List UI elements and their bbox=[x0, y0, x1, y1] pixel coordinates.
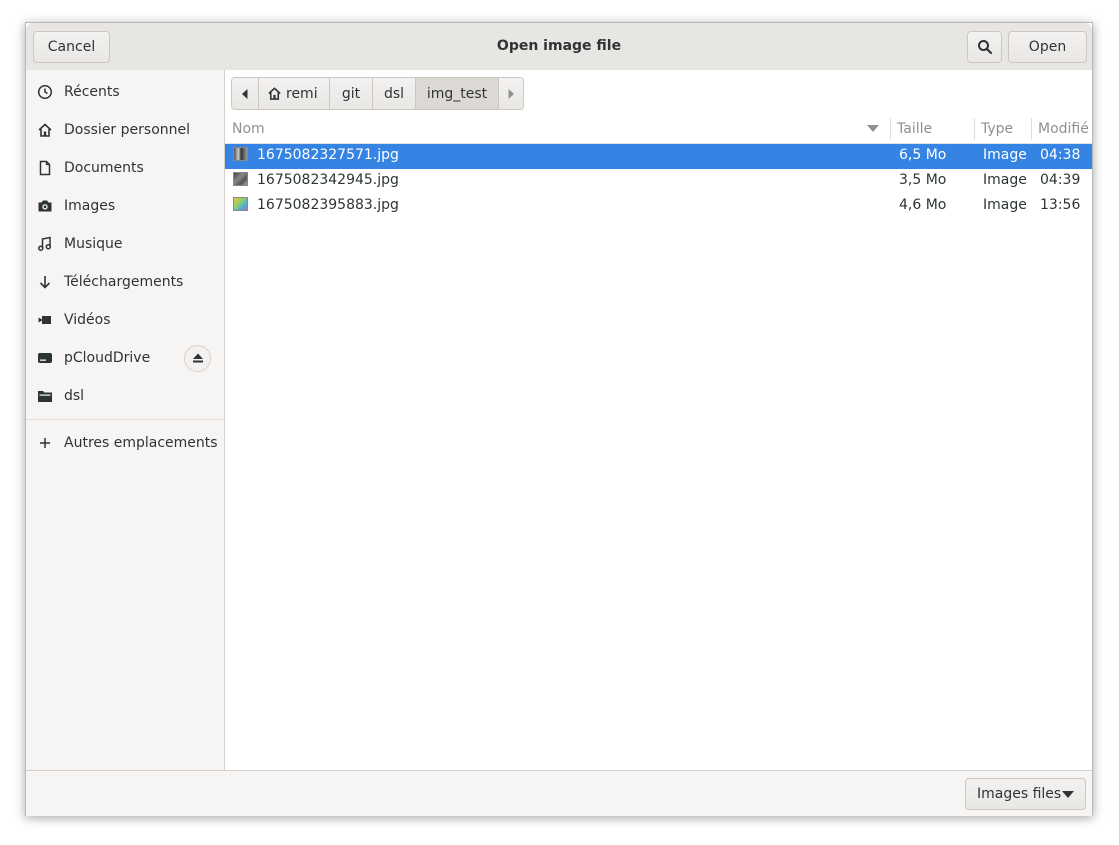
file-size: 3,5 Mo bbox=[899, 172, 947, 188]
dialog-title: Open image file bbox=[496, 38, 622, 54]
column-divider[interactable] bbox=[1031, 118, 1032, 140]
column-divider[interactable] bbox=[890, 118, 891, 140]
sidebar-item-dsl[interactable]: dsl bbox=[26, 377, 224, 415]
file-filter-dropdown[interactable]: Images files bbox=[965, 778, 1086, 810]
download-icon bbox=[26, 274, 64, 290]
eject-button[interactable] bbox=[184, 344, 211, 372]
file-type: Image bbox=[983, 172, 1027, 188]
path-segment-git[interactable]: git bbox=[330, 78, 373, 109]
path-bar: remi git dsl img_test bbox=[231, 77, 524, 110]
path-segment-dsl[interactable]: dsl bbox=[373, 78, 416, 109]
image-thumbnail-icon bbox=[233, 172, 248, 186]
eject-icon bbox=[192, 353, 203, 363]
sidebar-item-images[interactable]: Images bbox=[26, 187, 224, 225]
file-name: 1675082327571.jpg bbox=[257, 147, 399, 163]
search-icon bbox=[977, 40, 992, 55]
footer-bar: Images files bbox=[26, 770, 1092, 816]
file-row[interactable]: 1675082342945.jpg 3,5 Mo Image 04:39 bbox=[225, 169, 1092, 194]
plus-icon bbox=[26, 436, 64, 450]
file-chooser-dialog: Cancel Open image file Open Récents Doss… bbox=[25, 22, 1093, 816]
sidebar-item-label: Musique bbox=[64, 236, 123, 252]
sidebar-item-label: Images bbox=[64, 198, 116, 214]
document-icon bbox=[26, 160, 64, 176]
search-button[interactable] bbox=[967, 31, 1002, 63]
cancel-button[interactable]: Cancel bbox=[33, 31, 110, 63]
music-icon bbox=[26, 236, 64, 252]
file-modified: 04:38 bbox=[1040, 147, 1081, 163]
image-thumbnail-icon bbox=[233, 147, 248, 161]
chevron-right-icon bbox=[508, 88, 514, 99]
file-modified: 13:56 bbox=[1040, 197, 1081, 213]
sidebar-item-other-locations[interactable]: Autres emplacements bbox=[26, 424, 224, 462]
clock-icon bbox=[26, 84, 64, 100]
chevron-down-icon bbox=[1062, 791, 1074, 798]
video-icon bbox=[26, 312, 64, 328]
header-bar: Cancel Open image file Open bbox=[26, 23, 1092, 71]
home-icon bbox=[268, 87, 281, 100]
path-forward-button[interactable] bbox=[499, 78, 523, 109]
file-name: 1675082342945.jpg bbox=[257, 172, 399, 188]
sidebar-item-music[interactable]: Musique bbox=[26, 225, 224, 263]
sidebar-item-label: Vidéos bbox=[64, 312, 111, 328]
column-header: Nom Taille Type Modifié bbox=[225, 116, 1092, 144]
sidebar-item-videos[interactable]: Vidéos bbox=[26, 301, 224, 339]
path-segment-label: dsl bbox=[383, 85, 405, 102]
path-back-button[interactable] bbox=[232, 78, 259, 109]
path-segment-img-test[interactable]: img_test bbox=[416, 78, 499, 109]
file-size: 6,5 Mo bbox=[899, 147, 947, 163]
column-header-type[interactable]: Type bbox=[981, 121, 1013, 137]
sidebar-item-downloads[interactable]: Téléchargements bbox=[26, 263, 224, 301]
sidebar-item-recents[interactable]: Récents bbox=[26, 73, 224, 111]
path-segment-label: img_test bbox=[426, 85, 488, 102]
drive-icon bbox=[26, 350, 64, 366]
file-filter-label: Images files bbox=[977, 786, 1062, 802]
column-header-modified[interactable]: Modifié bbox=[1038, 121, 1089, 137]
sidebar-item-label: dsl bbox=[64, 388, 85, 404]
sidebar-separator bbox=[26, 419, 224, 420]
sidebar-item-pclouddrive[interactable]: pCloudDrive bbox=[26, 339, 224, 377]
column-header-size[interactable]: Taille bbox=[897, 121, 932, 137]
sidebar-item-label: Téléchargements bbox=[64, 274, 184, 290]
folder-icon bbox=[26, 388, 64, 404]
file-type: Image bbox=[983, 147, 1027, 163]
file-row[interactable]: 1675082327571.jpg 6,5 Mo Image 04:38 bbox=[225, 144, 1092, 169]
column-header-name[interactable]: Nom bbox=[232, 121, 265, 137]
file-type: Image bbox=[983, 197, 1027, 213]
column-divider[interactable] bbox=[974, 118, 975, 140]
sidebar-item-label: Récents bbox=[64, 84, 120, 100]
path-segment-home[interactable]: remi bbox=[259, 78, 330, 109]
file-modified: 04:39 bbox=[1040, 172, 1081, 188]
file-name: 1675082395883.jpg bbox=[257, 197, 399, 213]
open-button[interactable]: Open bbox=[1008, 31, 1087, 63]
sidebar-item-label: Documents bbox=[64, 160, 144, 176]
path-segment-label: remi bbox=[286, 85, 318, 102]
path-segment-label: git bbox=[341, 85, 361, 102]
camera-icon bbox=[26, 198, 64, 214]
image-thumbnail-icon bbox=[233, 197, 248, 211]
sidebar-item-label: Dossier personnel bbox=[64, 122, 191, 138]
sidebar: Récents Dossier personnel Documents Imag… bbox=[26, 70, 225, 770]
file-size: 4,6 Mo bbox=[899, 197, 947, 213]
sidebar-item-documents[interactable]: Documents bbox=[26, 149, 224, 187]
home-icon bbox=[26, 122, 64, 138]
file-browser: remi git dsl img_test Nom Taille Type Mo… bbox=[225, 70, 1092, 770]
file-row[interactable]: 1675082395883.jpg 4,6 Mo Image 13:56 bbox=[225, 194, 1092, 219]
sort-descending-icon bbox=[867, 125, 879, 132]
sidebar-item-label: Autres emplacements bbox=[64, 435, 218, 451]
chevron-left-icon bbox=[242, 88, 248, 99]
sidebar-item-home[interactable]: Dossier personnel bbox=[26, 111, 224, 149]
sidebar-item-label: pCloudDrive bbox=[64, 350, 151, 366]
